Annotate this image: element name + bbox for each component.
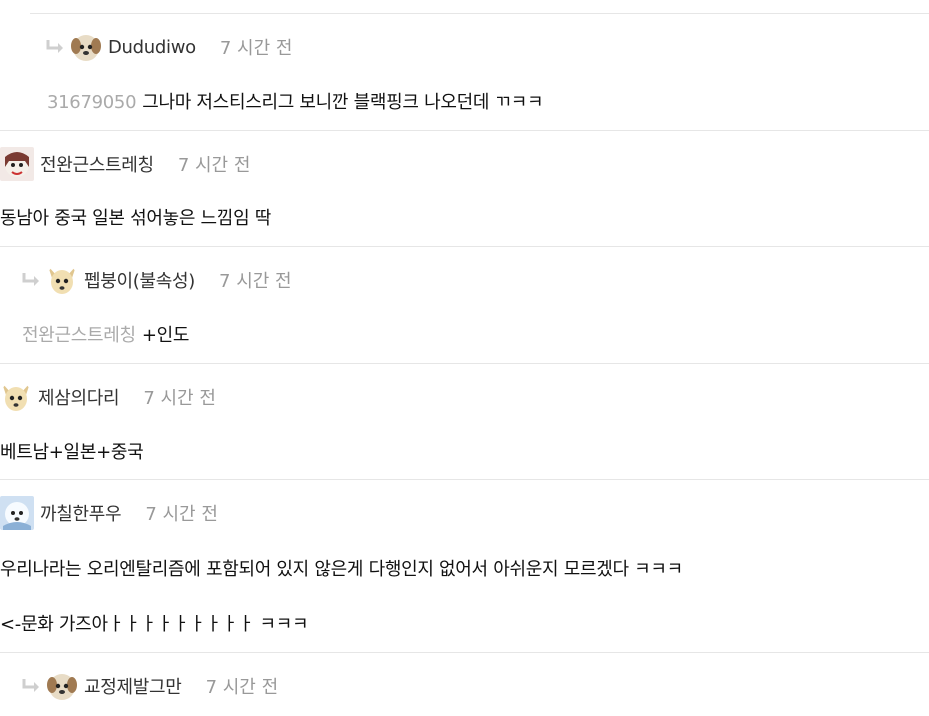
- comment-time: 7 시간 전: [219, 271, 292, 292]
- comment-body: 우리나라는 오리엔탈리즘에 포함되어 있지 않은게 다행인지 없어서 아쉬운지 …: [0, 555, 683, 581]
- comment-author[interactable]: 까칠한푸우: [40, 500, 122, 526]
- reply-reference[interactable]: 31679050: [47, 92, 137, 113]
- comment-author[interactable]: Dududiwo: [108, 37, 196, 58]
- comment-meta: 제삼의다리 7 시간 전: [0, 380, 216, 414]
- avatar[interactable]: [70, 31, 102, 63]
- divider: [0, 246, 929, 247]
- divider: [0, 652, 929, 653]
- comment-text: 베트남+일본+중국: [0, 442, 144, 463]
- comment-body-line: <-문화 가즈아ㅏㅏㅏㅏㅏㅏㅏㅏㅏ ㅋㅋㅋ: [0, 610, 309, 636]
- comment-author[interactable]: 전완근스트레칭: [40, 151, 154, 177]
- avatar[interactable]: [0, 496, 34, 530]
- comment-meta: 펩붕이(불속성) 7 시간 전: [20, 263, 292, 297]
- comment-text: <-문화 가즈아ㅏㅏㅏㅏㅏㅏㅏㅏㅏ ㅋㅋㅋ: [0, 614, 309, 635]
- comment-text: 우리나라는 오리엔탈리즘에 포함되어 있지 않은게 다행인지 없어서 아쉬운지 …: [0, 559, 683, 580]
- comment-meta: 까칠한푸우 7 시간 전: [0, 496, 218, 530]
- reply-arrow-icon: [20, 675, 42, 697]
- avatar[interactable]: [0, 147, 34, 181]
- comment-text: 그나마 저스티스리그 보니깐 블랙핑크 나오던데 ㄲㅋㅋ: [142, 92, 544, 113]
- reply-arrow-icon: [20, 269, 42, 291]
- divider: [0, 479, 929, 480]
- divider: [0, 130, 929, 131]
- comment-time: 7 시간 전: [177, 155, 251, 176]
- comment-meta: 전완근스트레칭 7 시간 전: [0, 147, 250, 181]
- comment-text: 동남아 중국 일본 섞어놓은 느낌임 딱: [0, 208, 272, 229]
- reply-reference[interactable]: 전완근스트레칭: [22, 325, 136, 346]
- comment-meta: 교정제발그만 7 시간 전: [20, 669, 278, 703]
- comment-time: 7 시간 전: [145, 504, 218, 525]
- divider: [30, 13, 929, 14]
- divider: [0, 363, 929, 364]
- comment-text: +인도: [141, 325, 190, 346]
- comment-meta: Dududiwo 7 시간 전: [44, 30, 292, 64]
- comment-time: 7 시간 전: [143, 388, 216, 409]
- comment-body: 전완근스트레칭 +인도: [22, 321, 189, 347]
- comment-body: 베트남+일본+중국: [0, 438, 144, 464]
- comment-time: 7 시간 전: [205, 677, 279, 698]
- comment-body: 31679050 그나마 저스티스리그 보니깐 블랙핑크 나오던데 ㄲㅋㅋ: [47, 88, 544, 114]
- avatar[interactable]: [46, 264, 78, 296]
- comment-author[interactable]: 펩붕이(불속성): [84, 267, 195, 293]
- comment-author[interactable]: 교정제발그만: [84, 673, 182, 699]
- comment-time: 7 시간 전: [219, 38, 293, 59]
- avatar[interactable]: [0, 381, 32, 413]
- reply-arrow-icon: [44, 36, 66, 58]
- avatar[interactable]: [46, 670, 78, 702]
- comment-body: 동남아 중국 일본 섞어놓은 느낌임 딱: [0, 204, 271, 230]
- comment-author[interactable]: 제삼의다리: [38, 384, 120, 410]
